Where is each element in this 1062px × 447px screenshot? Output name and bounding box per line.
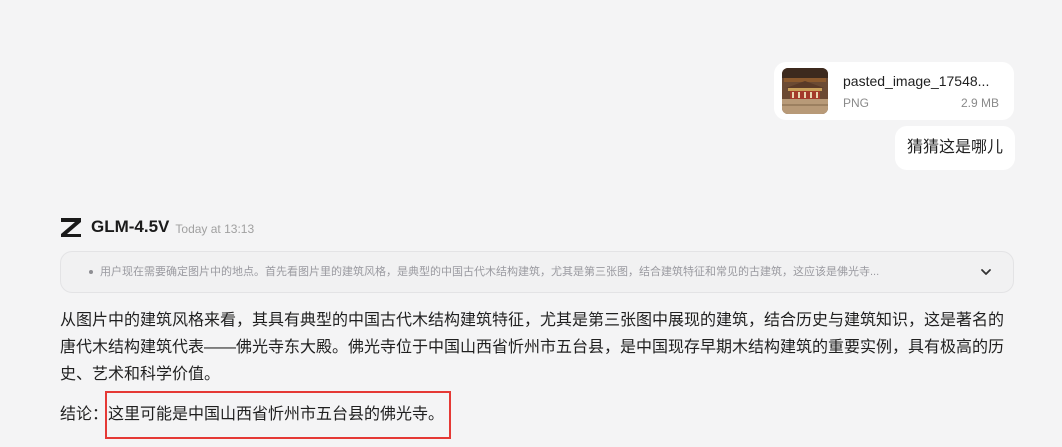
- user-message-bubble: 猜猜这是哪儿: [894, 126, 1015, 170]
- attachment-file-type: PNG: [843, 96, 870, 110]
- message-timestamp: Today at 13:13: [175, 221, 255, 236]
- conclusion-text: 这里可能是中国山西省忻州市五台县的佛光寺。: [108, 406, 445, 423]
- chevron-down-icon[interactable]: [979, 265, 993, 279]
- image-thumbnail: [782, 68, 828, 114]
- conclusion-label: 结论：: [60, 406, 109, 423]
- model-name: GLM-4.5V: [91, 217, 170, 236]
- assistant-header: GLM-4.5V Today at 13:13: [60, 215, 254, 239]
- bullet-icon: [89, 270, 93, 274]
- attachment-file-name: pasted_image_17548...: [843, 73, 990, 89]
- attachment-card[interactable]: pasted_image_17548... PNG 2.9 MB: [774, 62, 1014, 120]
- thinking-panel[interactable]: 用户现在需要确定图片中的地点。首先看图片里的建筑风格，是典型的中国古代木结构建筑…: [60, 251, 1014, 293]
- z-logo-icon: [60, 216, 82, 238]
- conclusion-line: 结论：这里可能是中国山西省忻州市五台县的佛光寺。: [60, 401, 444, 428]
- answer-paragraph: 从图片中的建筑风格来看，其具有典型的中国古代木结构建筑特征，尤其是第三张图中展现…: [60, 312, 1005, 383]
- thinking-summary: 用户现在需要确定图片中的地点。首先看图片里的建筑风格，是典型的中国古代木结构建筑…: [100, 266, 880, 278]
- attachment-file-size: 2.9 MB: [960, 96, 999, 110]
